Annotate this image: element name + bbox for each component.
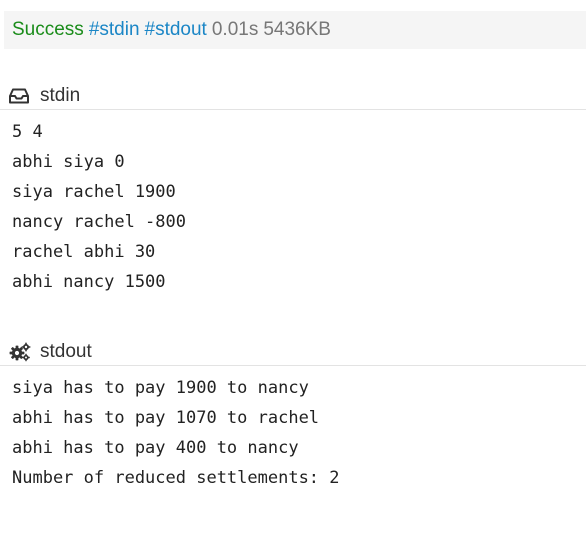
stdout-tag-link[interactable]: #stdout	[145, 19, 207, 41]
stdin-line: nancy rachel -800	[12, 212, 186, 232]
execution-time: 0.01s	[211, 19, 259, 40]
stdin-header: stdin	[0, 82, 586, 110]
stdout-content: siya has to pay 1900 to nancy abhi has t…	[12, 373, 340, 493]
stdin-title: stdin	[40, 84, 81, 106]
stdin-content: 5 4 abhi siya 0 siya rachel 1900 nancy r…	[12, 117, 186, 297]
stdin-line: 5 4	[12, 122, 43, 142]
stdout-header: stdout	[0, 338, 586, 366]
stdin-line: abhi siya 0	[12, 152, 125, 172]
result-status-bar: Success #stdin #stdout 0.01s 5436KB	[4, 11, 586, 49]
stdout-title: stdout	[40, 340, 92, 362]
gears-icon	[9, 342, 31, 362]
stdin-tag-link[interactable]: #stdin	[89, 19, 140, 41]
status-result: Success	[12, 19, 84, 40]
stdout-line: siya has to pay 1900 to nancy	[12, 378, 309, 398]
stdout-line: abhi has to pay 1070 to rachel	[12, 408, 320, 428]
stdout-line: abhi has to pay 400 to nancy	[12, 438, 299, 458]
inbox-icon	[9, 86, 31, 106]
stdin-line: rachel abhi 30	[12, 242, 156, 262]
memory-usage: 5436KB	[263, 19, 331, 40]
stdin-line: abhi nancy 1500	[12, 272, 166, 292]
stdout-line: Number of reduced settlements: 2	[12, 468, 340, 488]
stdin-line: siya rachel 1900	[12, 182, 176, 202]
